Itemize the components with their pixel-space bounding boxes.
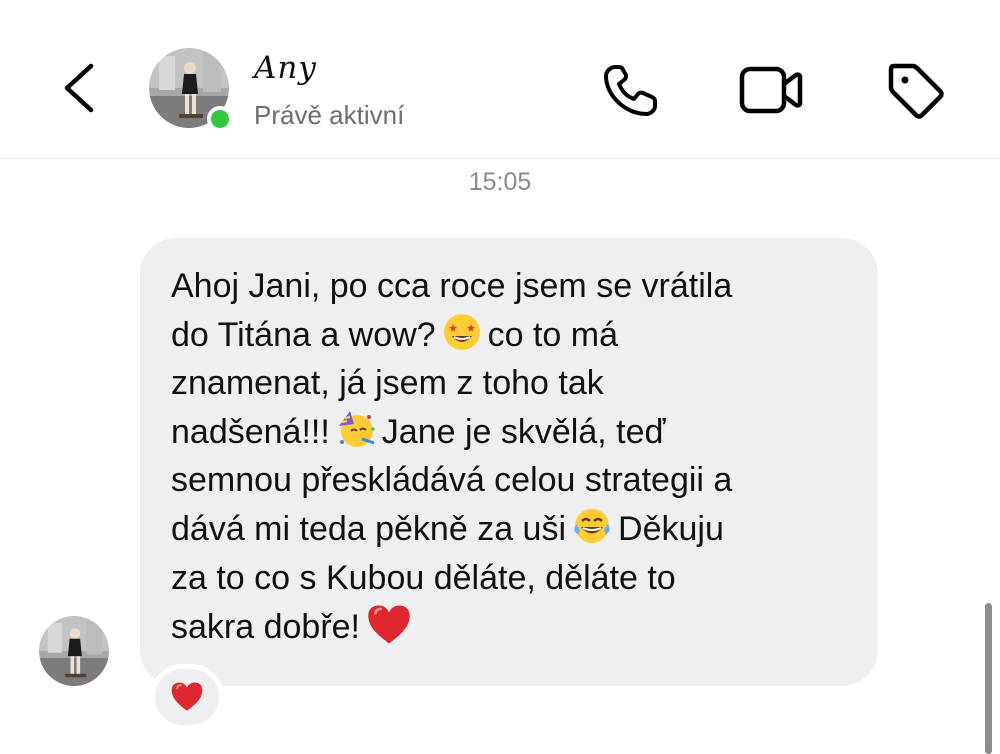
partying-face-emoji [338, 410, 375, 447]
star-struck-emoji [443, 313, 480, 350]
tag-button[interactable] [883, 58, 947, 122]
message-line: znamenat, já jsem z toho tak [171, 364, 604, 403]
message-reaction[interactable] [150, 664, 224, 730]
message-line: sakra dobře! [171, 602, 848, 652]
message-fragment: dává mi teda pěkně za uši [171, 509, 567, 548]
back-button[interactable] [55, 58, 105, 118]
phone-icon [604, 65, 657, 116]
message-fragment: do Titána a wow? [171, 315, 436, 354]
message-line: dává mi teda pěkně za uši Děkuju [171, 505, 848, 554]
message-fragment: sakra dobře! [171, 608, 360, 647]
message-line: za to co s Kubou děláte, děláte to [171, 558, 676, 597]
message-line: semnou přeskládává celou strategii a [171, 461, 733, 500]
message-fragment: Jane je skvělá, teď [381, 412, 666, 451]
message-fragment: Děkuju [618, 509, 724, 548]
message-line: nadšená!!! Jane je skvělá, teď [171, 408, 848, 457]
message-text: Ahoj Jani, po cca roce jsem se vrátila d… [171, 262, 848, 652]
message-fragment: co to má [487, 315, 619, 354]
scrollbar[interactable] [985, 603, 992, 754]
avatar-photo [39, 616, 109, 686]
voice-call-button[interactable] [600, 60, 664, 120]
message-fragment: nadšená!!! [171, 412, 330, 451]
red-heart-emoji [368, 605, 410, 644]
tag-icon [888, 63, 944, 119]
chevron-left-icon [64, 63, 94, 113]
chat-header: Any Právě aktivní [0, 0, 1000, 159]
red-heart-emoji [171, 682, 203, 711]
message-timestamp: 15:05 [468, 168, 532, 196]
sender-avatar[interactable] [39, 616, 109, 686]
contact-avatar[interactable] [149, 48, 233, 132]
contact-name[interactable]: Any [254, 50, 317, 86]
online-status-dot [207, 106, 233, 132]
laughing-tears-emoji [574, 508, 610, 543]
message-line: Ahoj Jani, po cca roce jsem se vrátila [171, 267, 733, 305]
message-line: do Titána a wow? co to má [171, 311, 848, 360]
video-call-button[interactable] [738, 62, 804, 118]
message-bubble[interactable]: Ahoj Jani, po cca roce jsem se vrátila d… [140, 238, 878, 686]
video-camera-icon [739, 66, 803, 114]
contact-status: Právě aktivní [254, 100, 405, 130]
